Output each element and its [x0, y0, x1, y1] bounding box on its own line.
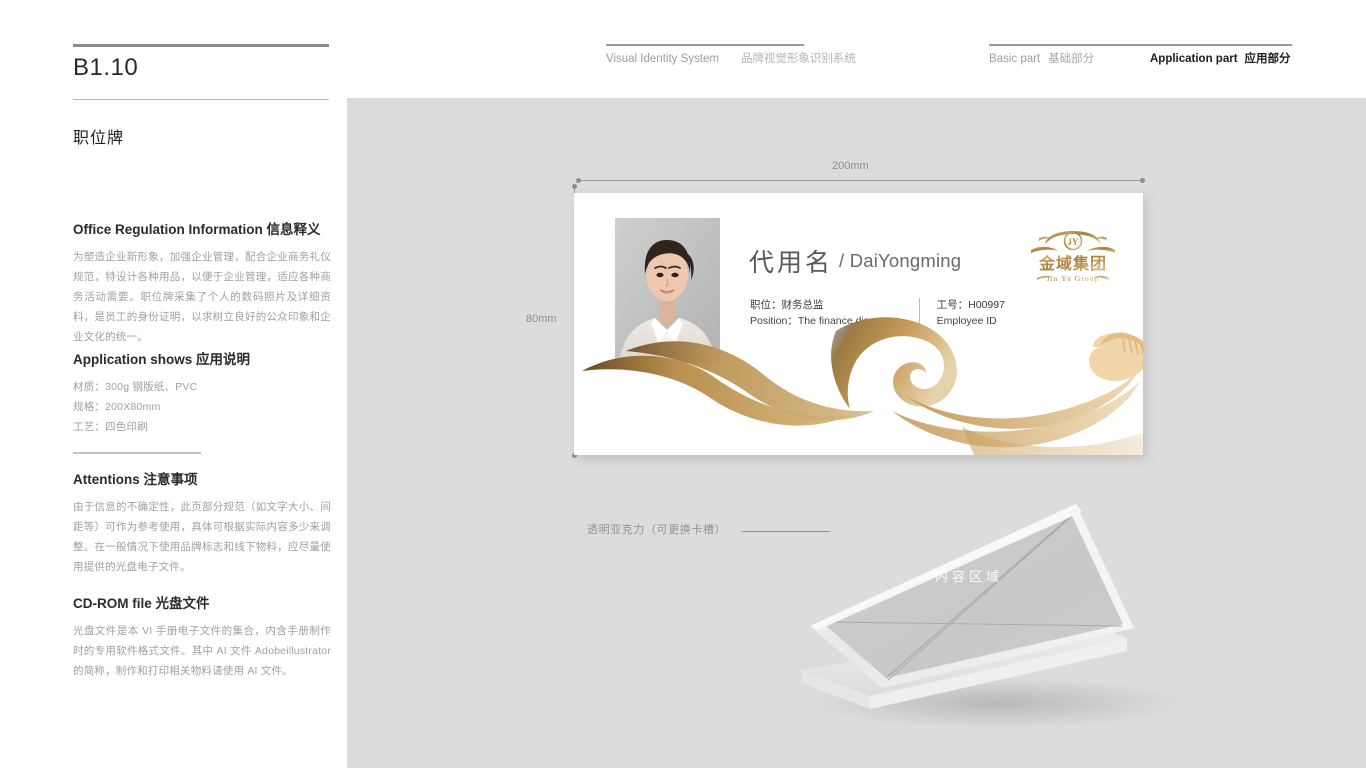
block-heading-en: Application shows: [73, 352, 193, 367]
page-code: B1.10: [73, 54, 139, 81]
sidebar-top-rule: [73, 44, 329, 47]
gold-wave-ornament: [582, 317, 1143, 455]
gold-ingot-ornament: [1089, 332, 1143, 381]
block-body: 由于信息的不确定性，此页部分规范（如文字大小、间距等）可作为参考使用，具体可根据…: [73, 501, 331, 573]
dimension-line-horizontal: [576, 178, 1145, 183]
sidebar: B1.10 职位牌 Office Regulation Information …: [73, 0, 331, 768]
header-rule-left: [606, 44, 804, 46]
sidebar-mini-divider: [73, 452, 201, 454]
header-vis-cn: 品牌视觉形象识别系统: [740, 53, 856, 65]
header-basic-cn: 基础部分: [1048, 53, 1095, 65]
block-heading: Office Regulation Information 信息释义: [73, 218, 331, 238]
block-heading-cn: 光盘文件: [155, 596, 210, 611]
block-body: 为塑造企业新形象，加强企业管理，配合企业商务礼仪规范，特设计各种用品，以便于企业…: [73, 251, 331, 343]
header-basic-part[interactable]: Basic part 基础部分: [989, 50, 1094, 66]
logo-name-cn: 金域集团: [1038, 254, 1107, 273]
header-basic-en: Basic part: [989, 53, 1041, 65]
name-badge-card: 代用名 / DaiYongming 职位：财务总监 Position：The fi…: [574, 193, 1143, 455]
header-app-cn: 应用部分: [1244, 53, 1291, 65]
block-heading: CD-ROM file 光盘文件: [73, 592, 331, 612]
info-block-application-shows: Application shows 应用说明 材质：300g 钢版纸、PVC 规…: [73, 348, 331, 437]
logo-monogram-text: JY: [1068, 237, 1080, 247]
spec-size: 规格：200X80mm: [73, 401, 161, 413]
employee-name: 代用名 / DaiYongming: [749, 243, 961, 279]
block-heading-cn: 应用说明: [196, 352, 251, 367]
stand-content-area-label: 内容区域: [935, 569, 1004, 584]
employee-name-en: / DaiYongming: [839, 250, 962, 271]
dimension-label-width: 200mm: [832, 160, 869, 172]
block-body: 光盘文件是本 VI 手册电子文件的集合，内含手册制作时的专用软件格式文件。其中 …: [73, 625, 331, 677]
block-heading-en: Attentions: [73, 472, 140, 487]
brand-logo: JY 金域集团 Jin Yu Group: [1031, 231, 1115, 283]
header-rule-right: [989, 44, 1292, 46]
employee-name-cn: 代用名: [749, 249, 834, 277]
spec-material: 材质：300g 钢版纸、PVC: [73, 381, 198, 393]
block-heading-en: CD-ROM file: [73, 596, 152, 611]
header-application-part[interactable]: Application part 应用部分: [1150, 50, 1291, 66]
block-heading-cn: 信息释义: [266, 222, 321, 237]
info-block-cdrom-file: CD-ROM file 光盘文件 光盘文件是本 VI 手册电子文件的集合，内含手…: [73, 592, 331, 681]
info-block-office-regulation: Office Regulation Information 信息释义 为塑造企业…: [73, 218, 331, 347]
block-heading: Application shows 应用说明: [73, 348, 331, 368]
header-vis-en: Visual Identity System: [606, 53, 719, 65]
spec-process: 工艺：四色印刷: [73, 421, 148, 433]
dimension-label-height: 80mm: [526, 313, 557, 325]
info-block-attentions: Attentions 注意事项 由于信息的不确定性，此页部分规范（如文字大小、间…: [73, 468, 331, 577]
header-visual-identity-system: Visual Identity System 品牌视觉形象识别系统: [606, 50, 856, 66]
header-app-en: Application part: [1150, 53, 1238, 65]
acrylic-stand-label: 透明亚克力（可更换卡槽）: [587, 524, 727, 536]
acrylic-stand: [802, 504, 1182, 729]
sidebar-bottom-rule: [73, 99, 329, 100]
vi-manual-page: B1.10 职位牌 Office Regulation Information …: [0, 0, 1366, 768]
block-heading-en: Office Regulation Information: [73, 222, 263, 237]
block-heading-cn: 注意事项: [143, 472, 198, 487]
logo-name-en: Jin Yu Group: [1047, 274, 1100, 283]
block-heading: Attentions 注意事项: [73, 468, 331, 488]
page-title: 职位牌: [73, 130, 125, 147]
